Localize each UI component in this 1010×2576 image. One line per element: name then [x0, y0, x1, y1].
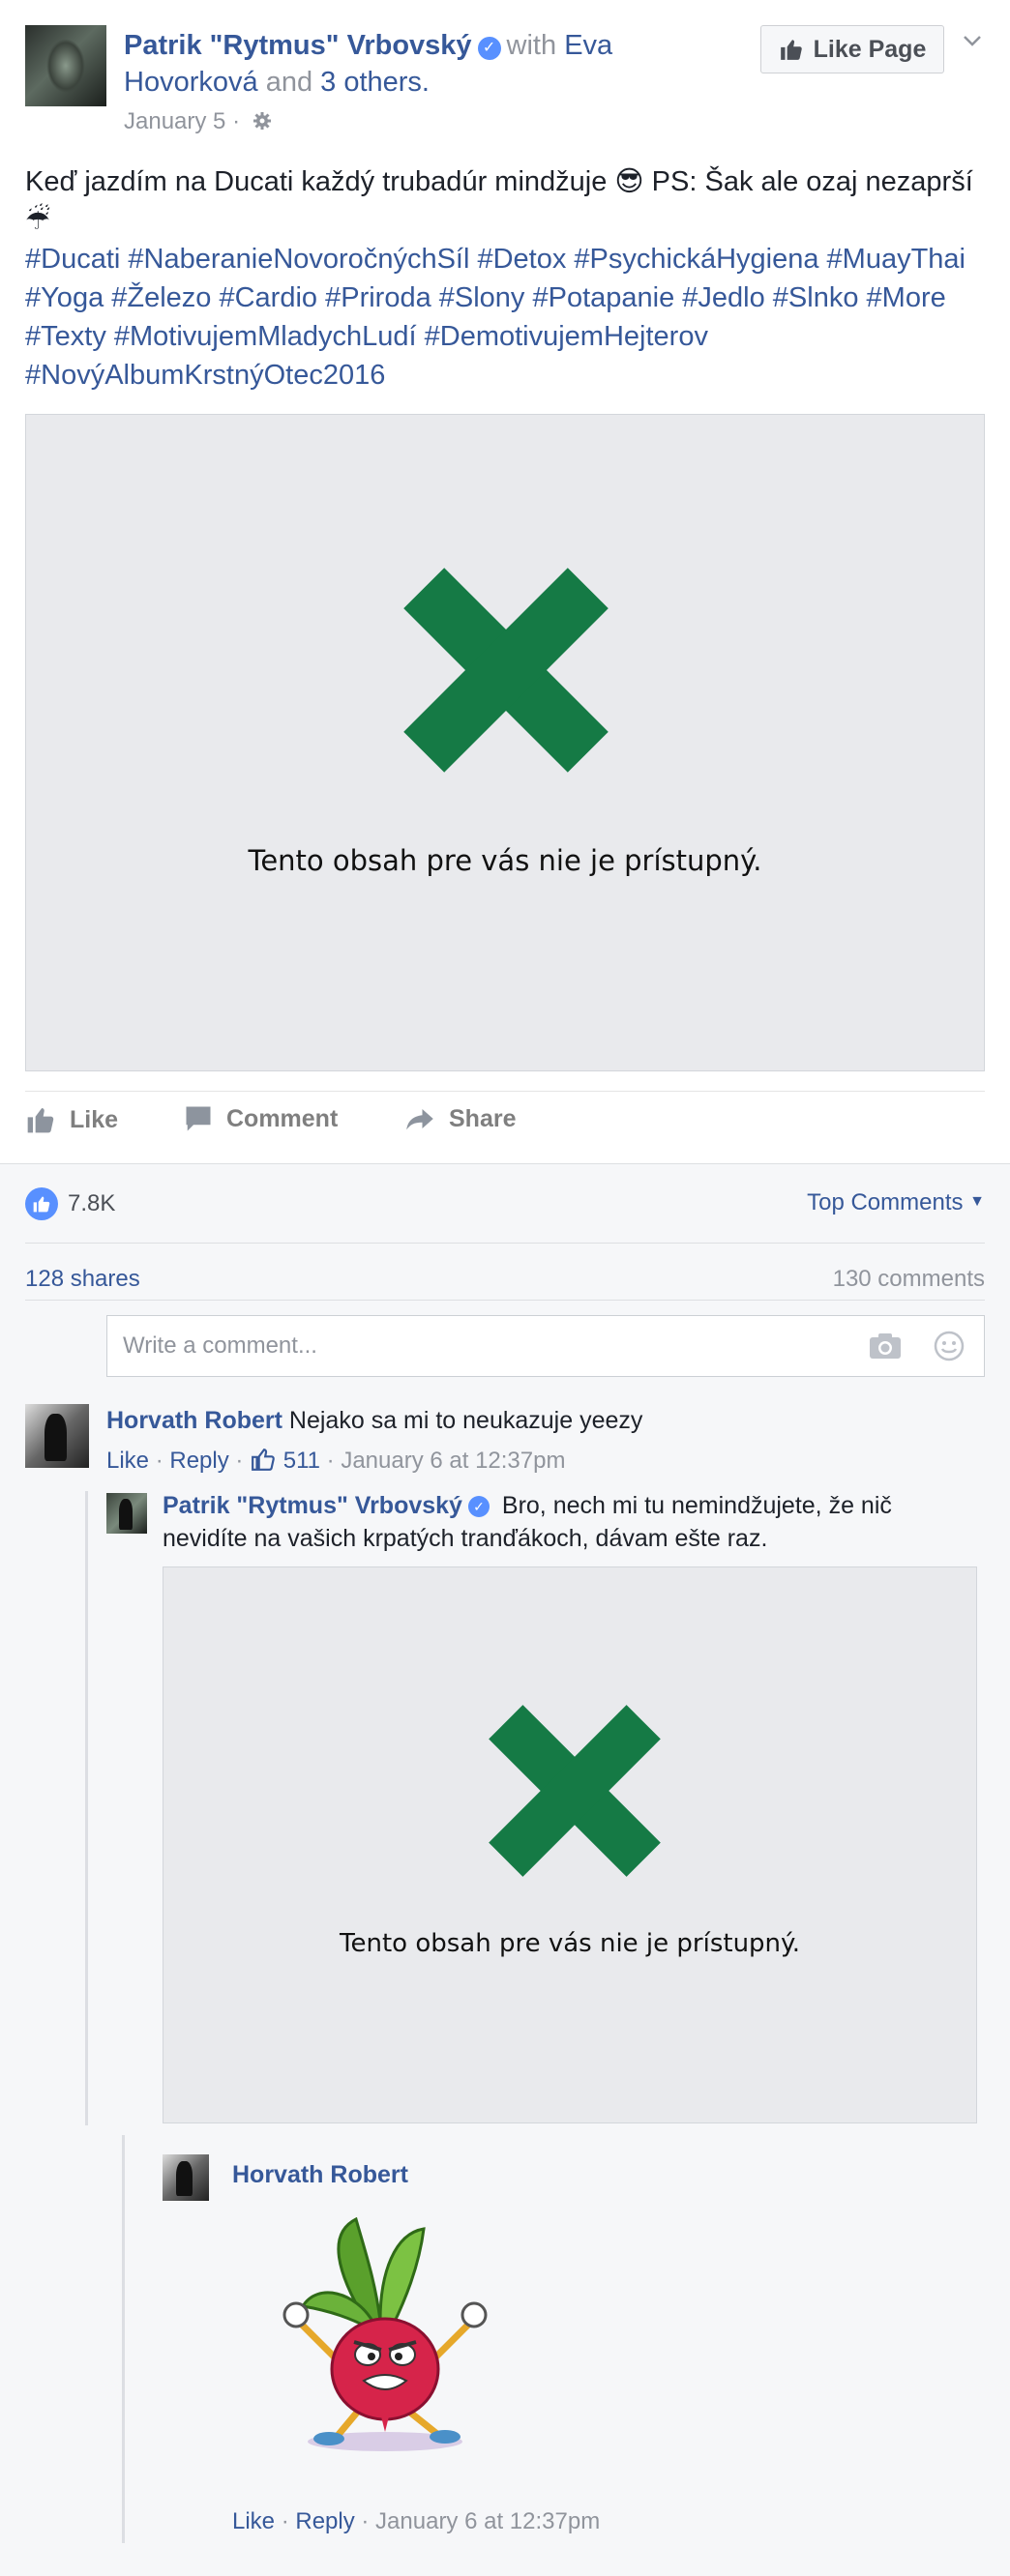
thumbs-up-icon — [780, 40, 802, 60]
reply-media-message: Tento obsah pre vás nie je prístupný. — [340, 1929, 800, 1958]
smiley-icon[interactable] — [934, 1331, 965, 1361]
nested-reply-meta: Like · Reply · January 6 at 12:37pm — [232, 2508, 601, 2534]
action-bar-divider — [25, 1091, 985, 1092]
caret-down-icon: ▼ — [969, 1193, 985, 1210]
share-action-button[interactable]: Share — [404, 1104, 516, 1133]
commenter-name[interactable]: Horvath Robert — [106, 1407, 282, 1434]
post-date: January 5 · — [124, 108, 272, 135]
post-hashtags[interactable]: #Ducati #NaberanieNovoročnýchSíl #Detox … — [25, 240, 993, 395]
share-icon — [406, 1109, 433, 1130]
reply-author-avatar[interactable] — [106, 1493, 147, 1534]
comment-likes-count[interactable]: 511 — [283, 1448, 320, 1474]
like-reaction-icon — [25, 1187, 58, 1220]
comment-icon — [186, 1106, 211, 1131]
like-action-label: Like — [70, 1105, 119, 1133]
commenter-avatar[interactable] — [25, 1404, 89, 1468]
comment-timestamp[interactable]: January 6 at 12:37pm — [341, 1448, 565, 1474]
comment-action-label: Comment — [226, 1104, 339, 1132]
with-label: with — [506, 30, 557, 61]
like-page-label: Like Page — [813, 35, 927, 63]
x-mark-icon — [403, 568, 609, 773]
author-avatar[interactable] — [25, 25, 106, 106]
author-name[interactable]: Patrik "Rytmus" Vrbovský — [124, 30, 472, 61]
post-media-unavailable[interactable]: Tento obsah pre vás nie je prístupný. — [25, 414, 985, 1071]
reply-author-name[interactable]: Patrik "Rytmus" Vrbovský — [163, 1492, 462, 1519]
top-comments-dropdown[interactable]: Top Comments ▼ — [807, 1189, 985, 1216]
comment-reply-link[interactable]: Reply — [169, 1448, 228, 1474]
verified-icon: ✓ — [467, 1496, 490, 1517]
comment-like-link[interactable]: Like — [106, 1448, 149, 1474]
nested-reply-author-name[interactable]: Horvath Robert — [232, 2161, 408, 2188]
camera-icon[interactable] — [869, 1332, 902, 1360]
like-page-button[interactable]: Like Page — [760, 25, 944, 73]
media-unavailable-message: Tento obsah pre vás nie je prístupný. — [248, 844, 762, 877]
comment-placeholder: Write a comment... — [123, 1332, 317, 1359]
count-divider — [25, 1300, 985, 1301]
comment-meta: Like · Reply · 511 · January 6 at 12:37p… — [106, 1448, 566, 1474]
nested-reply-timestamp[interactable]: January 6 at 12:37pm — [375, 2508, 600, 2534]
shares-count[interactable]: 128 shares — [25, 1266, 140, 1293]
share-action-label: Share — [449, 1104, 517, 1132]
angry-radish-sticker[interactable] — [259, 2214, 501, 2456]
and-label: and — [265, 67, 313, 98]
nested-reply-author: Horvath Robert — [232, 2158, 408, 2191]
nested-reply-like-link[interactable]: Like — [232, 2508, 275, 2534]
chevron-down-icon[interactable] — [961, 29, 984, 52]
thumbs-up-icon — [27, 1108, 54, 1133]
post-text: Keď jazdím na Ducati každý trubadúr mind… — [25, 166, 973, 236]
like-action-button[interactable]: Like — [25, 1104, 118, 1135]
nested-thread-line — [122, 2135, 125, 2543]
x-mark-icon — [489, 1705, 661, 1877]
top-comments-label: Top Comments — [807, 1189, 964, 1215]
likes-count: 7.8K — [68, 1190, 116, 1216]
comment-text: Nejako sa mi to neukazuje yeezy — [288, 1407, 643, 1434]
reactions-summary[interactable]: 7.8K — [25, 1187, 115, 1220]
verified-icon: ✓ — [477, 37, 501, 60]
reply-media-unavailable[interactable]: Tento obsah pre vás nie je prístupný. — [163, 1566, 977, 2123]
tagged-others[interactable]: 3 others. — [320, 67, 430, 98]
comment-input[interactable]: Write a comment... — [106, 1315, 985, 1377]
comment-action-button[interactable]: Comment — [184, 1104, 338, 1133]
reply-body: Patrik "Rytmus" Vrbovský ✓ Bro, nech mi t… — [163, 1489, 936, 1555]
comment-body: Horvath Robert Nejako sa mi to neukazuje… — [106, 1404, 977, 1437]
stats-divider — [25, 1243, 985, 1244]
comments-count[interactable]: 130 comments — [833, 1266, 985, 1293]
post-header: Patrik "Rytmus" Vrbovský ✓ with Eva Hovork… — [124, 27, 666, 101]
thumbs-up-icon — [252, 1449, 275, 1471]
gear-icon — [252, 112, 271, 130]
reply-thread-line — [85, 1491, 88, 2125]
nested-reply-reply-link[interactable]: Reply — [295, 2508, 354, 2534]
reply-author-avatar[interactable] — [163, 2154, 209, 2201]
post-date-text[interactable]: January 5 — [124, 108, 225, 134]
